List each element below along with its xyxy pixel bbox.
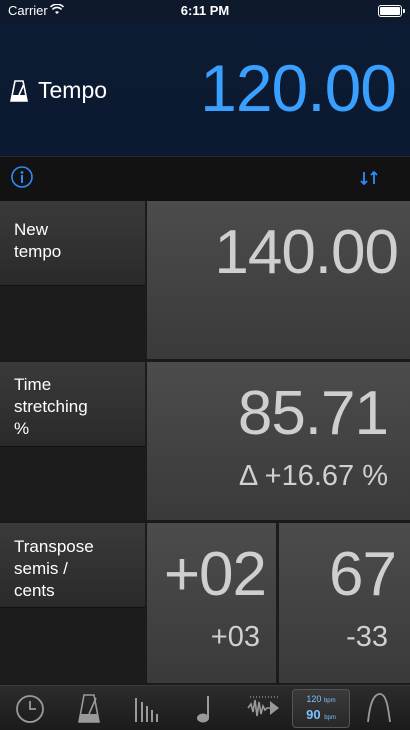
time-stretching-panel[interactable]: 85.71 Δ +16.67 %: [147, 362, 410, 520]
transpose-row: Transpose semis / cents +02 +03 67 -33: [0, 523, 410, 683]
bars-icon: [135, 698, 158, 722]
semitones-panel[interactable]: +02 +03: [147, 523, 276, 683]
bpm-top-unit: bpm: [323, 698, 336, 704]
label-line: Time: [14, 375, 52, 394]
tab-tempo-bpm[interactable]: 120 bpm 90 bpm: [292, 689, 350, 728]
bpm-top-value: 120: [306, 694, 322, 704]
note-icon: [197, 696, 209, 723]
time-stretching-value: 85.71: [237, 379, 389, 448]
status-bar: Carrier 6:11 PM: [0, 0, 410, 22]
bpm-top-label: 120 bpm: [293, 694, 349, 704]
info-bar: [0, 156, 410, 202]
bpm-bottom-unit: bpm: [324, 715, 336, 721]
label-line: semis /: [14, 559, 68, 578]
metronome-icon: [78, 694, 100, 723]
clock-time: 6:11 PM: [180, 3, 230, 18]
tab-metronome[interactable]: [71, 692, 107, 724]
label-line: Transpose: [14, 537, 94, 556]
new-tempo-label: New tempo: [14, 219, 134, 263]
tab-note[interactable]: [188, 692, 224, 724]
label-line: stretching: [14, 397, 88, 416]
curve-icon: [367, 693, 391, 723]
transpose-label-box: Transpose semis / cents: [0, 523, 145, 608]
bpm-bottom-value: 90: [306, 707, 321, 722]
time-stretching-row: Time stretching % 85.71 Δ +16.67 %: [0, 362, 410, 520]
cents-panel[interactable]: 67 -33: [279, 523, 410, 683]
cents-sub: -33: [346, 621, 388, 653]
tempo-header: Tempo 120.00: [0, 22, 410, 157]
time-stretching-delta: Δ +16.67 %: [238, 460, 388, 492]
tab-bar: 120 bpm 90 bpm: [0, 685, 410, 730]
label-line: tempo: [14, 242, 62, 261]
new-tempo-row: New tempo 140.00: [0, 201, 410, 359]
tab-bars[interactable]: [130, 692, 166, 724]
tab-clock[interactable]: [12, 692, 48, 724]
semitones-value: +02: [163, 540, 267, 609]
cents-value: 67: [329, 540, 397, 609]
new-tempo-label-box: New tempo: [0, 201, 145, 286]
info-icon[interactable]: [11, 166, 33, 188]
new-tempo-panel[interactable]: 140.00: [147, 201, 410, 359]
time-stretching-label-box: Time stretching %: [0, 362, 145, 447]
semitones-sub: +03: [210, 621, 260, 653]
new-tempo-value: 140.00: [214, 218, 399, 287]
clock-icon: [16, 695, 44, 723]
tempo-value[interactable]: 120.00: [200, 50, 397, 126]
tab-curve[interactable]: [362, 692, 398, 724]
swap-arrows-icon[interactable]: [358, 168, 380, 188]
label-line: %: [14, 419, 30, 438]
label-line: New: [14, 220, 49, 239]
transpose-label: Transpose semis / cents: [14, 536, 134, 602]
waveform-icon: [247, 696, 279, 717]
bpm-bottom-label: 90 bpm: [293, 707, 349, 722]
label-line: cents: [14, 581, 55, 600]
tempo-title: Tempo: [38, 77, 108, 103]
tab-waveform[interactable]: [246, 692, 282, 724]
metronome-icon: [10, 80, 28, 102]
time-stretching-label: Time stretching %: [14, 374, 134, 440]
battery-icon: [378, 5, 405, 17]
